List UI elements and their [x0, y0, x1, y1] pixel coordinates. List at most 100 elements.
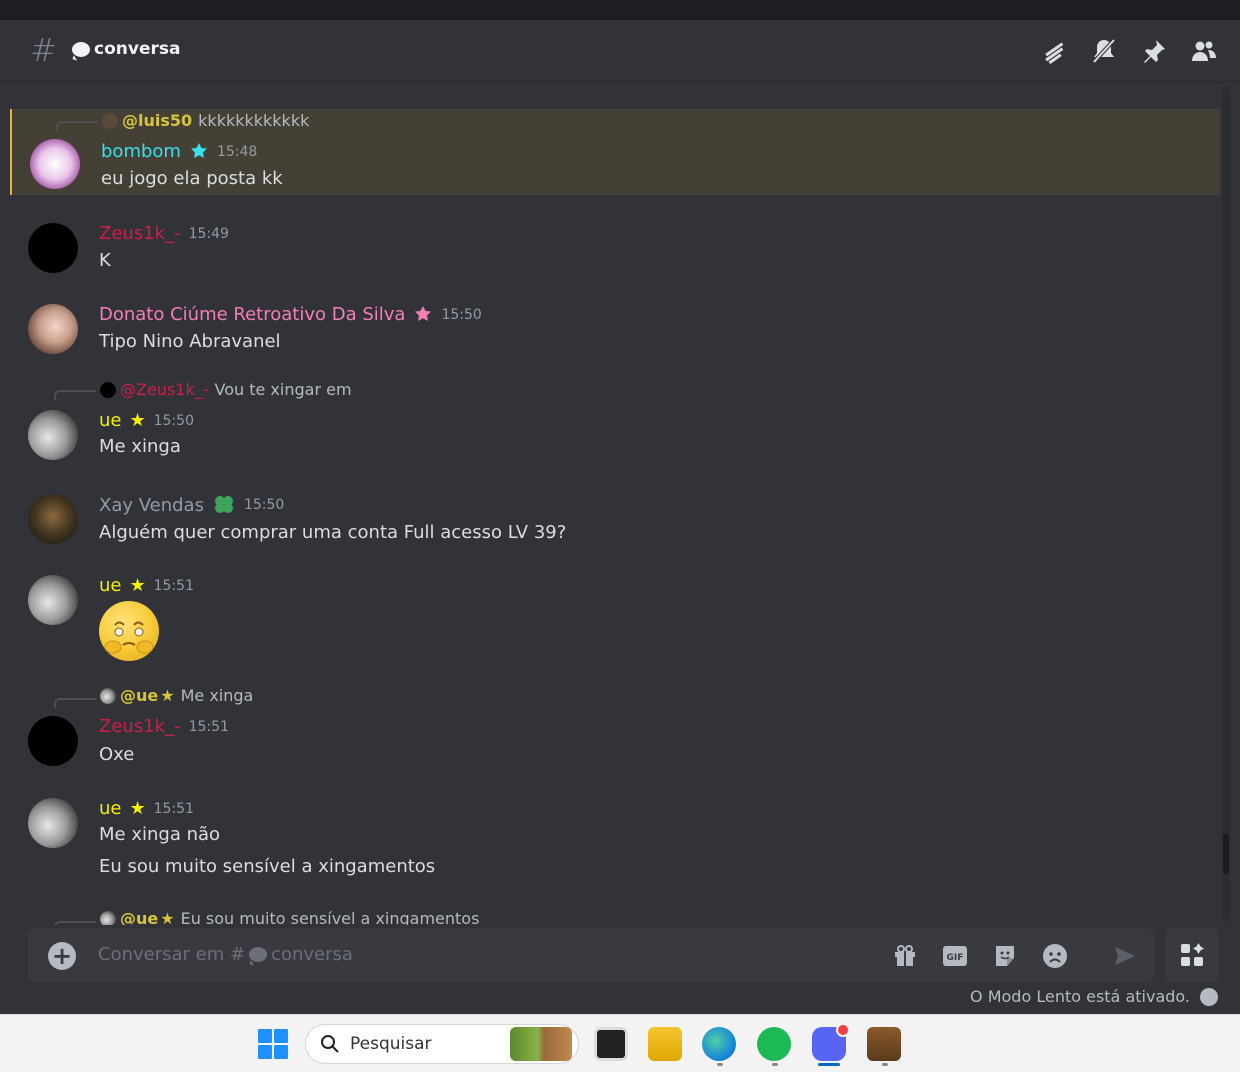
emoji-icon[interactable] [1040, 941, 1070, 971]
message-text: Me xinga não [99, 824, 221, 845]
placeholder-channel: conversa [271, 944, 353, 965]
reply-text: kkkkkkkkkkkk [198, 111, 310, 130]
message-item[interactable]: @luis50 kkkkkkkkkkkk bombom 15:48 eu jog… [10, 109, 1220, 195]
avatar[interactable] [28, 223, 78, 273]
message-composer[interactable]: + Conversar em # conversa GIF [28, 928, 1154, 982]
apps-button[interactable] [1165, 928, 1219, 982]
speech-bubble-icon [249, 947, 268, 962]
mute-icon[interactable] [1088, 36, 1120, 66]
avatar[interactable] [28, 410, 78, 460]
username[interactable]: Xay Vendas [99, 495, 204, 516]
message-item[interactable]: @ue ★ Eu sou muito sensível a xingamento… [10, 909, 1220, 925]
reply-text: Eu sou muito sensível a xingamentos [180, 909, 480, 925]
avatar[interactable] [28, 798, 78, 848]
svg-text:GIF: GIF [947, 953, 964, 963]
file-explorer-icon[interactable] [648, 1027, 682, 1061]
message-list[interactable]: @luis50 kkkkkkkkkkkk bombom 15:48 eu jog… [10, 83, 1220, 925]
os-taskbar: Pesquisar [0, 1014, 1240, 1072]
search-placeholder: Pesquisar [350, 1034, 432, 1054]
scrollbar-track[interactable] [1222, 86, 1230, 922]
reply-avatar [100, 910, 116, 925]
edge-browser-icon[interactable] [702, 1027, 736, 1061]
taskbar-search[interactable]: Pesquisar [305, 1024, 579, 1064]
timestamp: 15:50 [441, 306, 482, 323]
reply-preview[interactable]: @luis50 kkkkkkkkkkkk [102, 111, 309, 130]
sticker-icon[interactable] [990, 941, 1020, 971]
apps-icon [1181, 943, 1204, 966]
timestamp: 15:48 [216, 143, 258, 160]
message-item[interactable]: ue ★ 15:51 Me xinga não Eu sou muito sen… [10, 790, 1220, 890]
message-item[interactable]: Donato Ciúme Retroativo Da Silva 15:50 T… [10, 294, 1220, 364]
reply-text: Vou te xingar em [214, 380, 352, 399]
scrollbar-thumb[interactable] [1223, 834, 1229, 874]
message-item[interactable]: Xay Vendas 15:50 Alguém quer comprar uma… [10, 487, 1220, 557]
message-text: Oxe [99, 744, 135, 765]
message-item[interactable]: @Zeus1k_- Vou te xingar em ue ★ 15:50 Me… [10, 378, 1220, 468]
message-item[interactable]: ue ★ 15:51 [10, 569, 1220, 679]
placeholder-prefix: Conversar em # [98, 944, 246, 965]
reply-mention: @Zeus1k_- [120, 380, 209, 399]
notification-badge [836, 1023, 850, 1037]
reply-avatar [100, 381, 116, 398]
clover-badge-icon [214, 496, 233, 513]
reply-preview[interactable]: @ue ★ Me xinga [100, 686, 253, 705]
reply-preview[interactable]: @ue ★ Eu sou muito sensível a xingamento… [100, 909, 479, 925]
threads-icon[interactable] [1038, 36, 1070, 66]
username[interactable]: ue [99, 575, 121, 596]
attach-plus-button[interactable]: + [48, 942, 76, 970]
running-indicator [882, 1063, 888, 1066]
reply-avatar [102, 112, 118, 129]
reply-preview[interactable]: @Zeus1k_- Vou te xingar em [100, 380, 352, 399]
avatar[interactable] [28, 304, 78, 354]
badge-icon [190, 142, 207, 158]
badge-icon [415, 305, 432, 321]
avatar[interactable] [28, 575, 78, 625]
star-icon: ★ [129, 410, 146, 431]
windows-start-icon[interactable] [258, 1029, 288, 1059]
message-text: Tipo Nino Abravanel [99, 331, 281, 352]
timestamp: 15:51 [153, 800, 194, 817]
hash-icon: # [30, 31, 57, 69]
star-icon: ★ [129, 798, 146, 819]
channel-title: conversa [72, 39, 180, 59]
members-icon[interactable] [1188, 36, 1220, 66]
username[interactable]: ue [99, 410, 121, 431]
window-titlebar [0, 0, 1240, 20]
channel-name-label: conversa [94, 39, 181, 59]
send-icon[interactable] [1110, 941, 1140, 971]
username[interactable]: ue [99, 798, 121, 819]
message-input[interactable]: Conversar em # conversa [98, 944, 353, 965]
star-icon: ★ [160, 909, 175, 925]
star-icon: ★ [160, 686, 175, 705]
gif-icon[interactable]: GIF [940, 941, 970, 971]
message-item[interactable]: @ue ★ Me xinga Zeus1k_- 15:51 Oxe [10, 686, 1220, 776]
avatar[interactable] [28, 494, 78, 544]
username[interactable]: Zeus1k_- [99, 223, 181, 244]
task-view-icon[interactable] [594, 1027, 628, 1061]
message-text: K [99, 250, 111, 271]
timestamp: 15:51 [153, 577, 194, 594]
username[interactable]: Donato Ciúme Retroativo Da Silva [99, 304, 405, 325]
spotify-icon[interactable] [757, 1027, 791, 1061]
active-indicator [818, 1063, 840, 1066]
username[interactable]: Zeus1k_- [99, 716, 181, 737]
discord-icon[interactable] [812, 1023, 850, 1061]
avatar[interactable] [28, 716, 78, 766]
reply-text: Me xinga [180, 686, 254, 705]
minecraft-icon[interactable] [867, 1027, 901, 1061]
search-highlight-image [510, 1027, 572, 1061]
gift-icon[interactable] [890, 941, 920, 971]
slowmode-notice: O Modo Lento está ativado. [970, 987, 1190, 1006]
pin-icon[interactable] [1138, 36, 1170, 66]
speech-bubble-icon [72, 41, 90, 57]
reply-mention: @ue [120, 686, 159, 705]
timestamp: 15:49 [188, 225, 229, 242]
username[interactable]: bombom [101, 141, 181, 162]
timestamp: 15:50 [243, 497, 285, 513]
avatar[interactable] [30, 139, 80, 189]
message-text: eu jogo ela posta kk [101, 168, 283, 189]
star-icon: ★ [129, 575, 146, 596]
reply-avatar [100, 687, 116, 704]
timestamp: 15:50 [153, 412, 194, 429]
message-item[interactable]: Zeus1k_- 15:49 K [10, 213, 1220, 283]
